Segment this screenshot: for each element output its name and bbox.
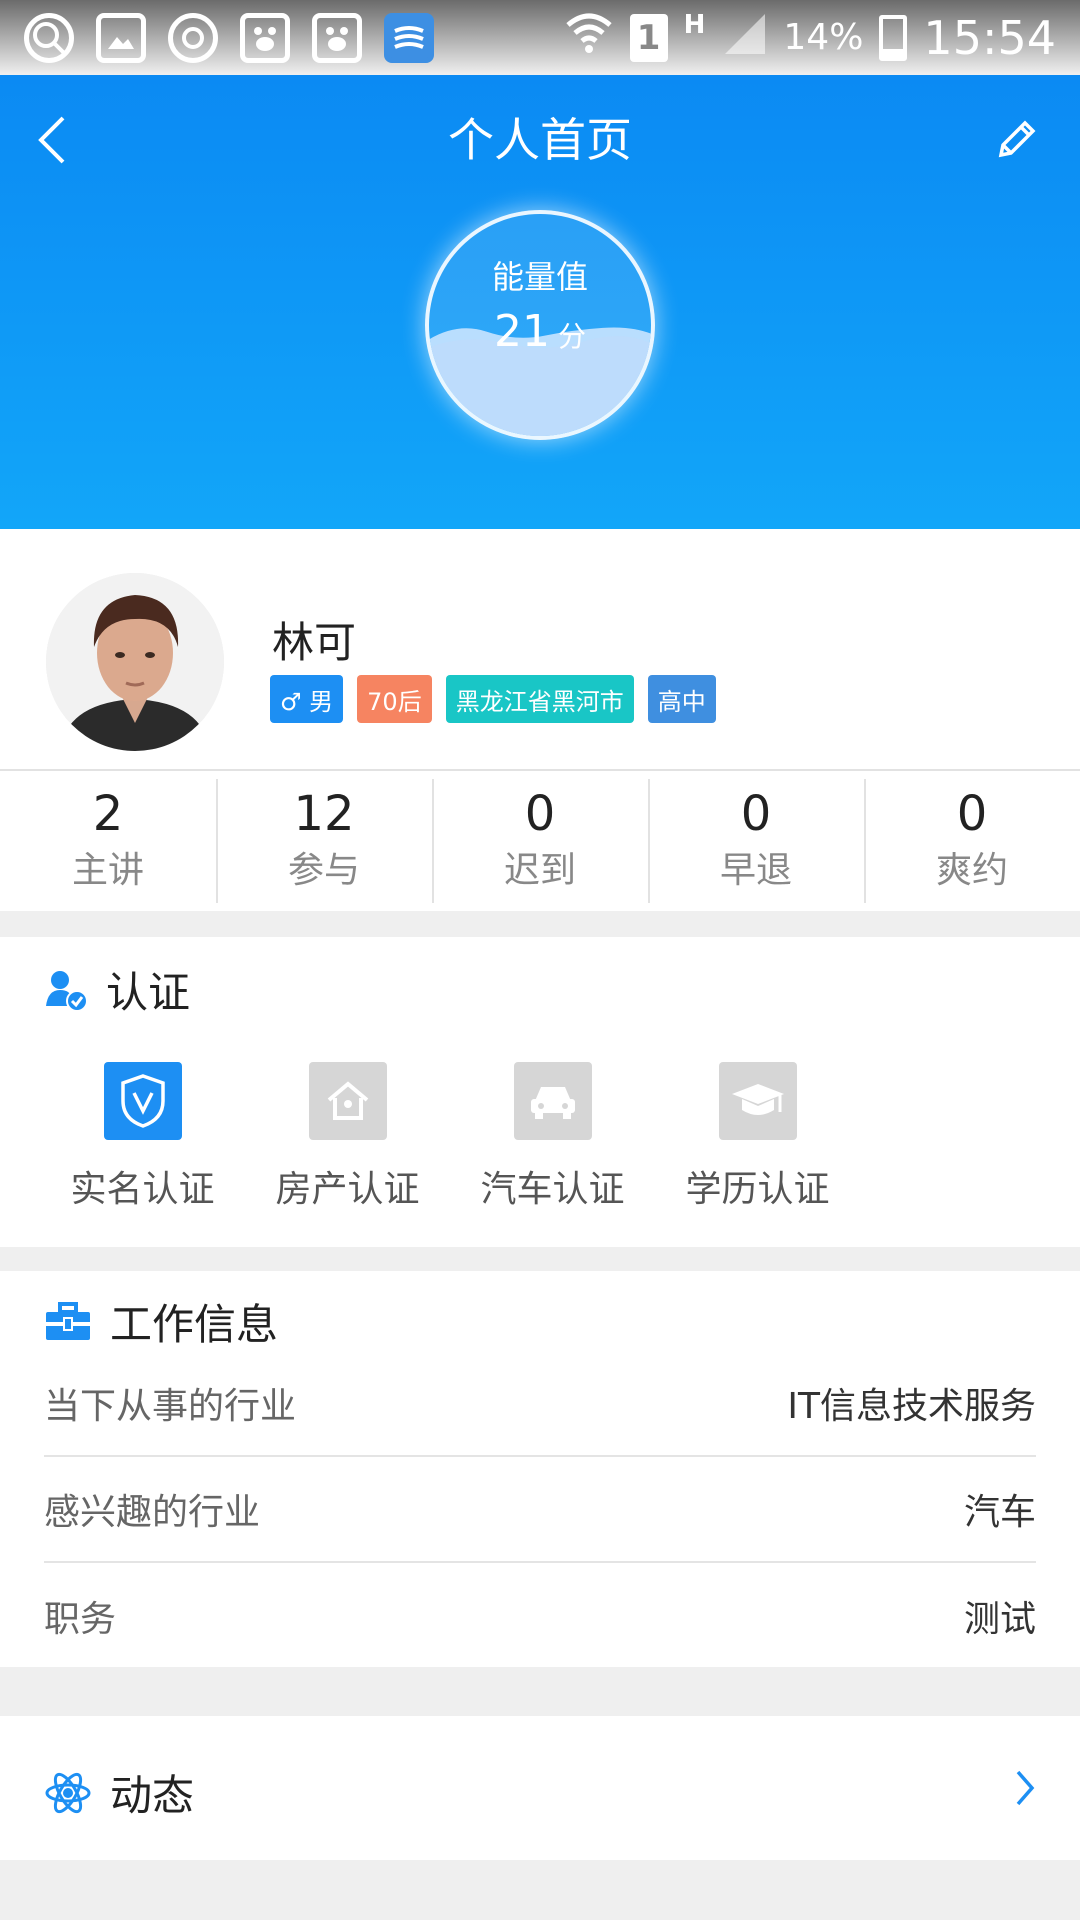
- location-tag: 黑龙江省黑河市: [445, 675, 634, 723]
- energy-value: 21: [493, 306, 550, 357]
- battery-icon: [879, 14, 908, 61]
- work-row-position: 职务 测试: [44, 1563, 1036, 1669]
- energy-unit: 分: [557, 320, 586, 353]
- work-row-industry: 当下从事的行业 IT信息技术服务: [44, 1351, 1036, 1457]
- gallery-icon: [96, 12, 146, 63]
- cert-car[interactable]: 汽车认证: [470, 1062, 635, 1212]
- baidu-icon: [240, 12, 290, 63]
- stat-label: 参与: [287, 850, 360, 891]
- work-info-card: 工作信息 当下从事的行业 IT信息技术服务 感兴趣的行业 汽车 职务 测试: [0, 1271, 1080, 1667]
- cert-label: 实名认证: [70, 1169, 215, 1210]
- certification-list: 实名认证 房产认证 汽车认证 学历认证: [60, 1062, 840, 1212]
- status-bar: 1 H 14% 15:54: [0, 0, 1080, 75]
- cert-real-name[interactable]: 实名认证: [60, 1062, 225, 1212]
- stat-value: 0: [524, 786, 556, 842]
- pencil-icon: [998, 120, 1036, 158]
- moments-title: 动态: [110, 1771, 195, 1820]
- verified-user-icon: [46, 970, 88, 1012]
- cert-label: 学历认证: [685, 1169, 830, 1210]
- row-key: 职务: [44, 1599, 117, 1640]
- cert-education[interactable]: 学历认证: [675, 1062, 840, 1212]
- row-value: 汽车: [963, 1492, 1036, 1533]
- education-tag: 高中: [647, 675, 716, 723]
- certification-header: 认证: [44, 959, 190, 1020]
- certification-title: 认证: [106, 968, 191, 1017]
- work-row-interest: 感兴趣的行业 汽车: [44, 1457, 1036, 1563]
- signal-icon: [721, 10, 767, 66]
- app-icon: [384, 12, 434, 63]
- car-icon: [513, 1062, 592, 1140]
- cert-label: 房产认证: [275, 1169, 420, 1210]
- age-tag: 70后: [357, 675, 432, 723]
- stat-label: 早退: [719, 850, 792, 891]
- atom-icon: [45, 1772, 91, 1813]
- wifi-icon: [564, 11, 614, 65]
- energy-meter: 能量值 21 分: [425, 210, 655, 440]
- house-icon: [308, 1062, 387, 1140]
- stat-late[interactable]: 0 迟到: [432, 771, 648, 911]
- stat-no-show[interactable]: 0 爽约: [864, 771, 1080, 911]
- gender-tag: ♂ 男: [270, 675, 344, 723]
- briefcase-icon: [46, 1301, 90, 1340]
- work-info-title: 工作信息: [110, 1300, 279, 1349]
- stats-bar: 2 主讲 12 参与 0 迟到 0 早退 0 爽约: [0, 769, 1080, 911]
- stat-value: 0: [956, 786, 988, 842]
- stat-value: 12: [293, 786, 355, 842]
- stat-value: 0: [740, 786, 772, 842]
- stat-label: 迟到: [503, 850, 576, 891]
- avatar[interactable]: [46, 573, 224, 751]
- baidu-icon: [312, 12, 362, 63]
- network-type: H: [683, 9, 706, 40]
- chevron-right-icon: [1016, 1770, 1035, 1806]
- stat-label: 爽约: [935, 850, 1008, 891]
- edit-button[interactable]: [986, 110, 1046, 170]
- row-value: 测试: [963, 1599, 1036, 1640]
- certification-card: 认证 实名认证 房产认证 汽车认证 学历认证: [0, 937, 1080, 1247]
- battery-percent: 14%: [783, 17, 864, 58]
- row-key: 感兴趣的行业: [44, 1492, 261, 1533]
- clock: 15:54: [923, 10, 1056, 65]
- cert-label: 汽车认证: [480, 1169, 625, 1210]
- stat-participate[interactable]: 12 参与: [216, 771, 432, 911]
- energy-value-line: 21 分: [429, 306, 651, 357]
- energy-label: 能量值: [491, 258, 588, 296]
- stat-label: 主讲: [71, 850, 144, 891]
- work-info-header: 工作信息: [44, 1291, 278, 1352]
- page-title: 个人首页: [448, 113, 632, 167]
- moments-card[interactable]: 动态: [0, 1716, 1080, 1860]
- sim-indicator: 1: [629, 13, 668, 62]
- graduation-cap-icon: [718, 1062, 797, 1140]
- stat-speaker[interactable]: 2 主讲: [0, 771, 216, 911]
- moments-header: 动态: [44, 1762, 194, 1823]
- search-icon: [24, 12, 74, 63]
- stat-early-leave[interactable]: 0 早退: [648, 771, 864, 911]
- stat-value: 2: [92, 786, 124, 842]
- sync-icon: [168, 12, 218, 63]
- user-name: 林可: [272, 618, 357, 667]
- profile-tags: ♂ 男 70后 黑龙江省黑河市 高中: [270, 675, 716, 723]
- cert-property[interactable]: 房产认证: [265, 1062, 430, 1212]
- row-key: 当下从事的行业: [44, 1386, 297, 1427]
- profile-card: 林可 ♂ 男 70后 黑龙江省黑河市 高中: [0, 529, 1080, 769]
- shield-icon: [103, 1062, 182, 1140]
- profile-header: 个人首页 能量值 21 分: [0, 75, 1080, 529]
- row-value: IT信息技术服务: [787, 1386, 1036, 1427]
